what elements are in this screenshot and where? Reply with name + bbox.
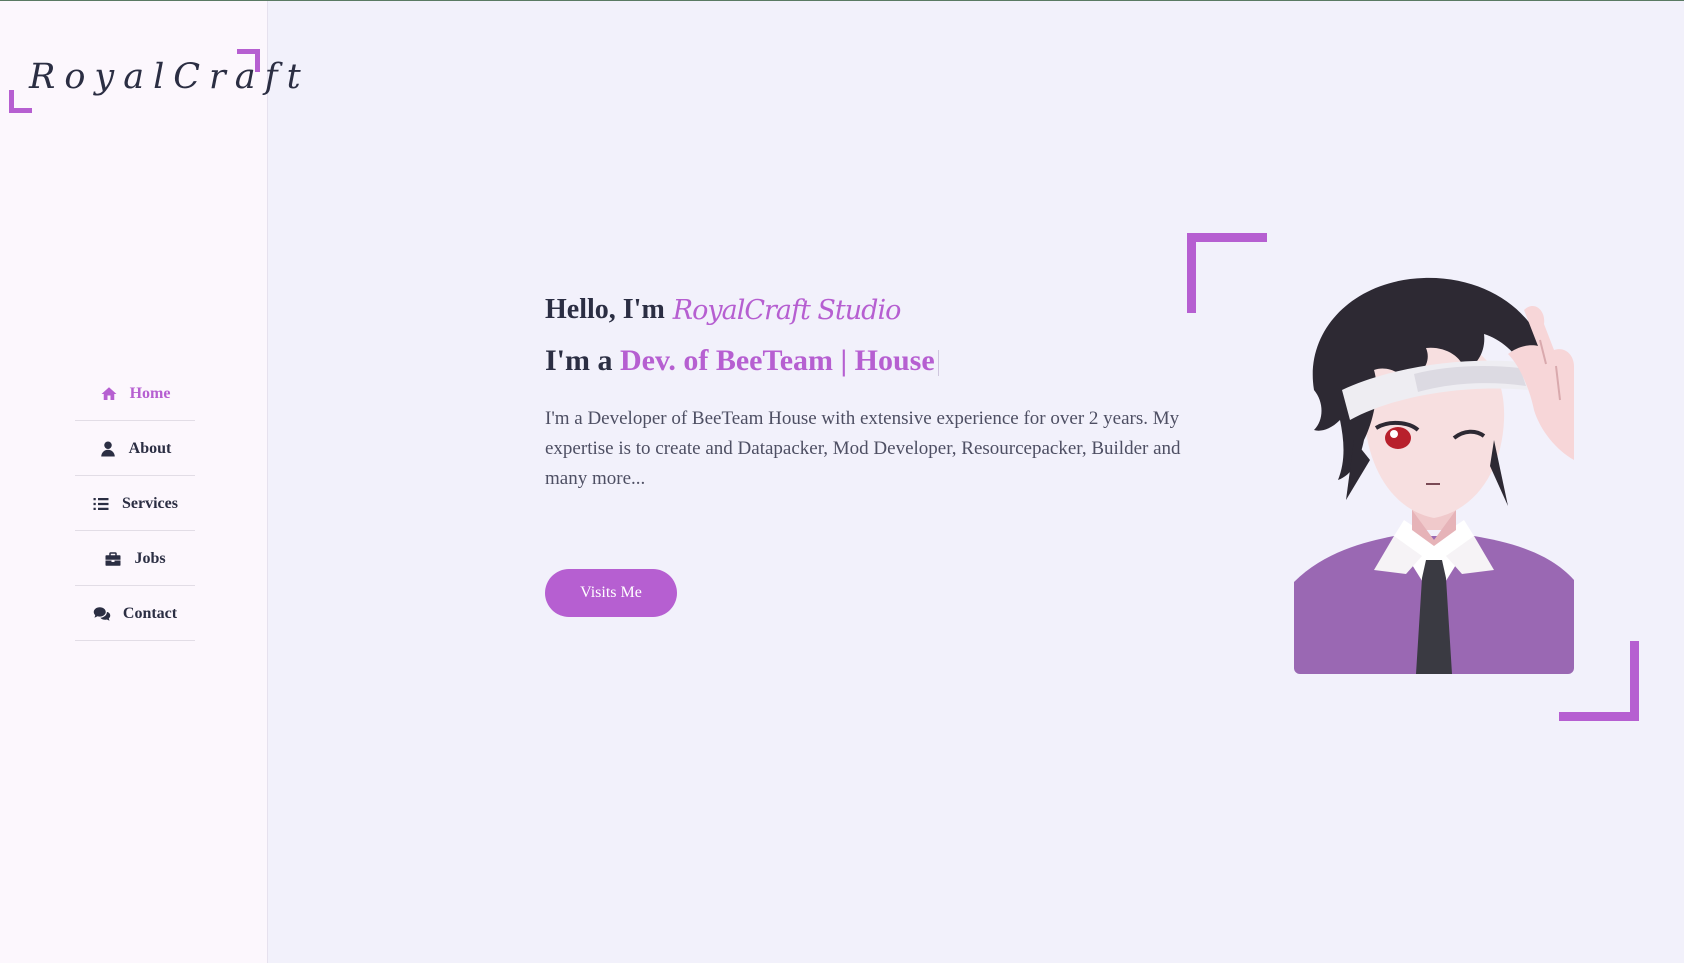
visit-me-button[interactable]: Visits Me <box>545 569 677 617</box>
frame-corner-top-left <box>1187 233 1267 313</box>
sidebar-item-about[interactable]: About <box>75 423 195 476</box>
sidebar-nav: Home About Services Jobs Contact <box>75 368 195 643</box>
logo-text: RoyalCraft <box>29 57 310 97</box>
hero-description: I'm a Developer of BeeTeam House with ex… <box>545 408 1181 489</box>
briefcase-icon <box>104 550 122 568</box>
role-heading: I'm a Dev. of BeeTeam | House <box>545 344 1205 378</box>
sidebar-item-label: Home <box>129 385 171 402</box>
sidebar-item-home[interactable]: Home <box>75 368 195 421</box>
role-prefix: I'm a <box>545 344 613 377</box>
sidebar-item-label: Contact <box>122 605 178 622</box>
sidebar-item-label: About <box>128 440 172 457</box>
logo[interactable]: RoyalCraft <box>9 49 301 113</box>
chat-icon <box>93 605 111 623</box>
sidebar-item-services[interactable]: Services <box>75 478 195 531</box>
hello-name: RoyalCraft Studio <box>672 294 902 326</box>
hello-heading: Hello, I'm RoyalCraft Studio <box>545 280 1205 340</box>
avatar-illustration-art <box>1294 277 1574 674</box>
sidebar-item-label: Services <box>122 495 178 512</box>
list-icon <box>92 495 110 513</box>
home-icon <box>100 385 118 403</box>
sidebar-item-contact[interactable]: Contact <box>75 588 195 641</box>
hello-prefix: Hello, I'm <box>545 294 665 325</box>
typing-cursor <box>937 350 939 377</box>
avatar-illustration <box>1294 270 1574 674</box>
sidebar-item-jobs[interactable]: Jobs <box>75 533 195 586</box>
hero: Hello, I'm RoyalCraft Studio I'm a Dev. … <box>545 280 1205 513</box>
user-icon <box>99 440 117 458</box>
role-text: Dev. of BeeTeam | House <box>620 344 935 377</box>
sidebar: RoyalCraft Home About Services Jobs Cont… <box>0 1 301 963</box>
sidebar-item-label: Jobs <box>134 550 166 567</box>
